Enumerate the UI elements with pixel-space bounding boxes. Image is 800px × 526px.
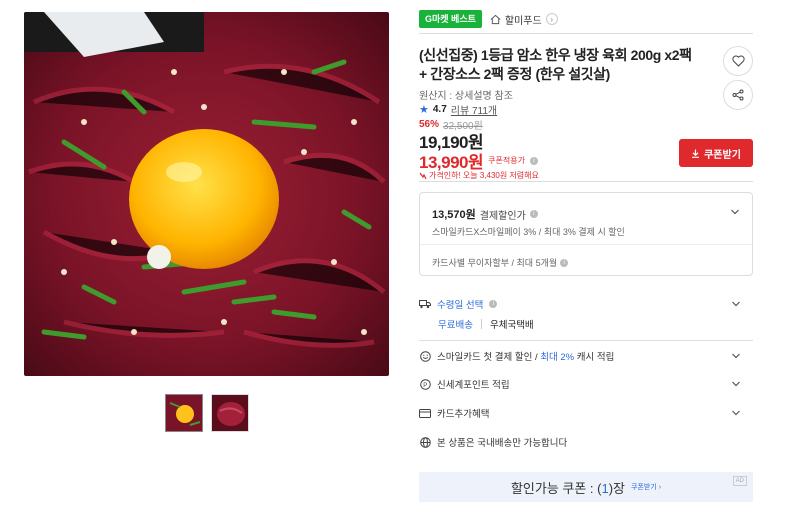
benefit-prefix: 스마일카드 첫 결제 할인 /	[437, 352, 541, 363]
coupon-banner-suffix: )장	[608, 480, 626, 496]
benefit-row-global: 본 상품은 국내배송만 가능합니다	[419, 435, 753, 449]
benefit-text: 본 상품은 국내배송만 가능합니다	[437, 438, 568, 449]
star-icon: ★	[419, 104, 429, 116]
share-button[interactable]	[723, 80, 753, 110]
chevron-down-icon[interactable]	[731, 379, 741, 389]
store-link[interactable]: 할미푸드 ›	[490, 12, 558, 27]
point-icon: P	[419, 378, 431, 390]
payment-separator	[420, 244, 752, 245]
download-icon	[692, 149, 700, 158]
shipping-options: 무료배송 우체국택배	[438, 317, 534, 331]
installment-info: 카드사별 무이자할부 / 최대 5개월 i	[432, 256, 569, 269]
shipping-row[interactable]: 수령일 선택 i	[419, 297, 753, 311]
coupon-applied-label: 쿠폰적용가	[488, 156, 525, 165]
payment-amount-label: 결제할인가	[479, 210, 526, 222]
coupon-download-button[interactable]: 쿠폰받기	[679, 139, 753, 167]
coupon-banner-link[interactable]: 쿠폰받기 ›	[631, 482, 661, 492]
price-drop-note: 가격인하! 오늘 3,430원 저렴해요	[419, 170, 539, 181]
payment-amount: 13,570원	[432, 209, 476, 221]
coupon-count: 1	[601, 480, 609, 496]
store-name: 할미푸드	[504, 15, 542, 27]
installment-text: 카드사별 무이자할부 / 최대 5개월	[432, 258, 558, 268]
product-title: (신선집중) 1등급 암소 한우 냉장 육회 200g x2팩 + 간장소스 2…	[419, 47, 692, 82]
price-divider	[419, 181, 753, 182]
chevron-down-icon[interactable]	[731, 408, 741, 418]
benefit-highlight: 최대 2%	[540, 352, 575, 363]
svg-text:P: P	[423, 383, 427, 389]
chevron-down-icon[interactable]	[731, 351, 741, 361]
shipping-carrier: 우체국택배	[489, 320, 534, 331]
info-icon[interactable]: i	[529, 156, 538, 165]
coupon-banner[interactable]: 할인가능 쿠폰 : (1)장 쿠폰받기 › AD	[419, 472, 753, 502]
home-icon	[490, 14, 501, 24]
heart-icon	[731, 55, 745, 67]
review-link[interactable]: 리뷰 711개	[451, 102, 497, 117]
shipping-divider	[419, 340, 753, 341]
coupon-button-label: 쿠폰받기	[704, 149, 741, 161]
info-icon[interactable]: i	[529, 210, 538, 218]
globe-icon	[419, 436, 431, 448]
truck-icon	[419, 298, 431, 310]
main-product-image[interactable]	[24, 12, 389, 376]
chevron-down-icon[interactable]	[731, 299, 741, 309]
share-icon	[732, 89, 744, 101]
benefit-suffix: 캐시 적립	[574, 352, 615, 363]
thumbnail-1[interactable]	[165, 394, 203, 432]
rating-score: 4.7	[432, 104, 447, 115]
chevron-down-icon[interactable]	[730, 207, 740, 217]
coupon-banner-prefix: 할인가능 쿠폰 : (	[510, 480, 602, 496]
price-drop-text: 가격인하! 오늘 3,430원 저렴해요	[429, 171, 539, 180]
origin-info: 원산지 : 상세설명 참조	[419, 91, 513, 102]
product-info-header: G마켓 베스트 할미푸드 ›	[419, 10, 753, 28]
wishlist-button[interactable]	[723, 46, 753, 76]
shipping-separator	[480, 319, 482, 329]
payment-discount-box[interactable]: 13,570원 결제할인가 i 스마일카드X스마일페이 3% / 최대 3% 결…	[419, 192, 753, 276]
delivery-date-select[interactable]: 수령일 선택	[437, 297, 483, 311]
payment-detail: 스마일카드X스마일페이 3% / 최대 3% 결제 시 할인	[432, 227, 625, 237]
benefit-row-point[interactable]: P 신세계포인트 적립	[419, 377, 753, 391]
rating-summary: ★ 4.7 리뷰 711개	[419, 102, 497, 117]
chevron-right-icon: ›	[545, 13, 558, 25]
benefit-row-smile[interactable]: 스마일카드 첫 결제 할인 / 최대 2% 캐시 적립	[419, 349, 753, 363]
smile-icon	[419, 350, 431, 362]
info-icon[interactable]: i	[560, 258, 569, 267]
info-icon[interactable]: i	[489, 300, 498, 308]
free-shipping: 무료배송	[438, 320, 473, 331]
gmarket-best-badge: G마켓 베스트	[419, 10, 482, 28]
ad-badge: AD	[732, 476, 747, 486]
benefit-text: 신세계포인트 적립	[437, 380, 510, 391]
benefit-row-card[interactable]: 카드추가혜택	[419, 406, 753, 420]
thumbnail-strip	[165, 394, 249, 432]
card-icon	[419, 407, 431, 419]
trend-down-icon	[419, 172, 427, 179]
benefit-text: 스마일카드 첫 결제 할인 / 최대 2% 캐시 적립	[437, 349, 614, 363]
header-divider	[419, 33, 753, 34]
coupon-banner-text: 할인가능 쿠폰 : (1)장	[511, 478, 625, 497]
thumbnail-2[interactable]	[211, 394, 249, 432]
benefit-text: 카드추가혜택	[437, 409, 490, 420]
